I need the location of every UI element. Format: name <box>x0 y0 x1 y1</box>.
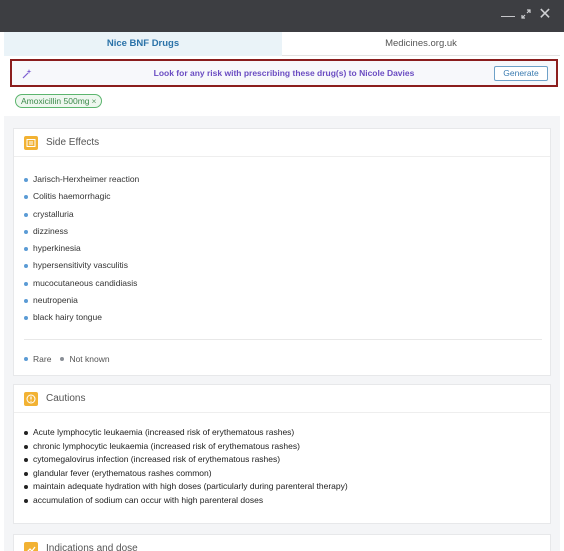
legend-rare: Rare <box>24 354 51 364</box>
rare-dot-icon <box>24 178 28 182</box>
side-effects-header: Side Effects <box>14 129 550 157</box>
caution-text: Acute lymphocytic leukaemia (increased r… <box>33 427 295 437</box>
side-effects-icon <box>24 136 38 150</box>
bullet-icon <box>24 444 28 449</box>
caution-item: glandular fever (erythematous rashes com… <box>24 467 550 481</box>
side-effects-list: Jarisch-Herxheimer reaction Colitis haemo… <box>14 157 550 327</box>
bullet-icon <box>24 498 28 503</box>
side-effect-item: crystalluria <box>24 206 550 223</box>
rare-dot-icon <box>24 299 28 304</box>
cautions-header: Cautions <box>14 385 550 413</box>
window-titlebar: — ✕ <box>0 0 564 32</box>
cautions-icon <box>24 392 38 406</box>
caution-text: chronic lymphocytic leukaemia (increased… <box>33 440 300 451</box>
side-effect-label: crystalluria <box>33 208 74 219</box>
rare-dot-icon <box>24 247 28 252</box>
rare-dot-icon <box>24 357 28 361</box>
bullet-icon <box>24 471 28 476</box>
drug-chip-label: Amoxicillin 500mg <box>21 96 90 106</box>
indications-title: Indications and dose <box>46 543 138 551</box>
side-effect-item: black hairy tongue <box>24 309 550 326</box>
rare-dot-icon <box>24 281 28 286</box>
risk-check-prompt: Look for any risk with prescribing these… <box>153 68 415 78</box>
caution-item: accumulation of sodium can occur with hi… <box>24 494 550 508</box>
caution-text: cytomegalovirus infection (increased ris… <box>33 454 281 464</box>
not-known-dot-icon <box>60 357 65 361</box>
side-effect-item: Colitis haemorrhagic <box>24 188 550 205</box>
side-effect-label: dizziness <box>33 225 68 236</box>
close-icon[interactable]: ✕ <box>537 7 553 23</box>
rare-dot-icon <box>24 212 28 217</box>
indications-card: Indications and dose <box>13 534 551 551</box>
side-effect-label: mucocutaneous candidiasis <box>33 277 138 288</box>
tab-medicines-org-uk[interactable]: Medicines.org.uk <box>282 32 560 56</box>
drug-chip[interactable]: Amoxicillin 500mg × <box>15 94 103 108</box>
bullet-icon <box>24 431 28 435</box>
side-effect-item: Jarisch-Herxheimer reaction <box>24 171 550 188</box>
side-effect-label: Colitis haemorrhagic <box>33 191 111 202</box>
indications-header: Indications and dose <box>14 535 550 551</box>
remove-chip-icon[interactable]: × <box>92 96 97 106</box>
side-effect-label: hypersensitivity vasculitis <box>33 260 128 271</box>
divider <box>24 339 542 340</box>
frequency-legend: Rare Not known <box>24 354 110 364</box>
risk-check-banner: Look for any risk with prescribing these… <box>10 59 558 87</box>
side-effect-label: Jarisch-Herxheimer reaction <box>33 174 140 184</box>
side-effect-label: hyperkinesia <box>33 243 81 254</box>
caution-text: maintain adequate hydration with high do… <box>33 481 348 491</box>
rare-dot-icon <box>24 229 28 234</box>
side-effect-item: neutropenia <box>24 292 550 309</box>
cautions-card: Cautions Acute lymphocytic leukaemia (in… <box>13 384 551 524</box>
side-effect-item: hypersensitivity vasculitis <box>24 257 550 274</box>
side-effects-title: Side Effects <box>46 137 100 148</box>
indications-icon <box>24 542 38 551</box>
drug-info-panel[interactable]: Side Effects Jarisch-Herxheimer reaction… <box>4 116 560 551</box>
minimize-icon[interactable]: — <box>500 7 516 23</box>
rare-dot-icon <box>24 316 28 321</box>
side-effect-item: dizziness <box>24 223 550 240</box>
caution-text: accumulation of sodium can occur with hi… <box>33 494 264 505</box>
bullet-icon <box>24 485 28 489</box>
generate-button[interactable]: Generate <box>494 66 548 81</box>
caution-text: glandular fever (erythematous rashes com… <box>33 467 212 478</box>
caution-item: cytomegalovirus infection (increased ris… <box>24 453 550 467</box>
rare-dot-icon <box>24 195 28 200</box>
side-effect-item: hyperkinesia <box>24 240 550 257</box>
source-tabs: Nice BNF Drugs Medicines.org.uk <box>4 32 560 56</box>
cautions-title: Cautions <box>46 393 86 404</box>
caution-item: maintain adequate hydration with high do… <box>24 480 550 494</box>
cautions-list: Acute lymphocytic leukaemia (increased r… <box>14 413 550 507</box>
caution-item: Acute lymphocytic leukaemia (increased r… <box>24 426 550 440</box>
side-effect-item: mucocutaneous candidiasis <box>24 275 550 292</box>
caution-item: chronic lymphocytic leukaemia (increased… <box>24 440 550 454</box>
side-effect-label: neutropenia <box>33 295 78 306</box>
bullet-icon <box>24 458 28 462</box>
rare-dot-icon <box>24 264 28 269</box>
side-effect-label: black hairy tongue <box>33 312 102 323</box>
expand-icon[interactable] <box>518 7 534 23</box>
side-effects-card: Side Effects Jarisch-Herxheimer reaction… <box>13 128 551 376</box>
tab-nice-bnf-drugs[interactable]: Nice BNF Drugs <box>4 32 282 56</box>
legend-not-known: Not known <box>60 354 110 364</box>
